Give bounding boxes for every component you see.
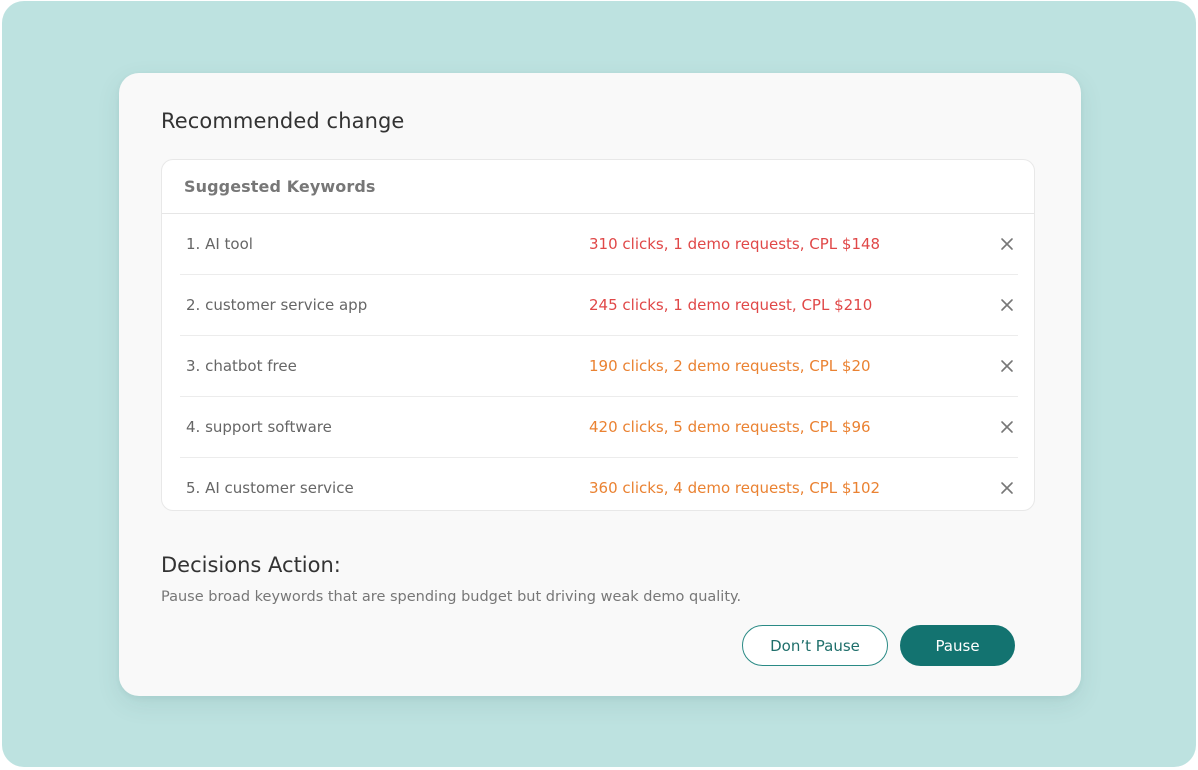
suggested-keywords-panel: Suggested Keywords 1. AI tool 310 clicks…: [161, 159, 1035, 511]
close-icon[interactable]: [1000, 237, 1014, 251]
keyword-row: 3. chatbot free 190 clicks, 2 demo reque…: [180, 336, 1018, 397]
keyword-name: 1. AI tool: [186, 235, 253, 253]
decisions-description: Pause broad keywords that are spending b…: [161, 589, 742, 605]
close-icon[interactable]: [1000, 359, 1014, 373]
keyword-row: 4. support software 420 clicks, 5 demo r…: [180, 397, 1018, 458]
keyword-row: 2. customer service app 245 clicks, 1 de…: [180, 275, 1018, 336]
close-icon[interactable]: [1000, 481, 1014, 495]
pause-button[interactable]: Pause: [900, 625, 1015, 666]
keyword-name: 5. AI customer service: [186, 479, 354, 497]
close-icon[interactable]: [1000, 420, 1014, 434]
keyword-name: 3. chatbot free: [186, 357, 297, 375]
keyword-stats: 245 clicks, 1 demo request, CPL $210: [589, 296, 873, 314]
card-title: Recommended change: [161, 109, 405, 133]
keywords-list: 1. AI tool 310 clicks, 1 demo requests, …: [180, 214, 1018, 518]
keyword-name: 2. customer service app: [186, 296, 368, 314]
keyword-row: 1. AI tool 310 clicks, 1 demo requests, …: [180, 214, 1018, 275]
keyword-row: 5. AI customer service 360 clicks, 4 dem…: [180, 458, 1018, 518]
keyword-stats: 310 clicks, 1 demo requests, CPL $148: [589, 235, 881, 253]
keyword-stats: 360 clicks, 4 demo requests, CPL $102: [589, 479, 881, 497]
keyword-stats: 190 clicks, 2 demo requests, CPL $20: [589, 357, 871, 375]
dont-pause-button[interactable]: Don’t Pause: [742, 625, 888, 666]
keyword-name: 4. support software: [186, 418, 332, 436]
close-icon[interactable]: [1000, 298, 1014, 312]
recommendation-card: Recommended change Suggested Keywords 1.…: [119, 73, 1081, 696]
decisions-title: Decisions Action:: [161, 553, 341, 577]
keyword-stats: 420 clicks, 5 demo requests, CPL $96: [589, 418, 871, 436]
keywords-header: Suggested Keywords: [162, 160, 1034, 214]
